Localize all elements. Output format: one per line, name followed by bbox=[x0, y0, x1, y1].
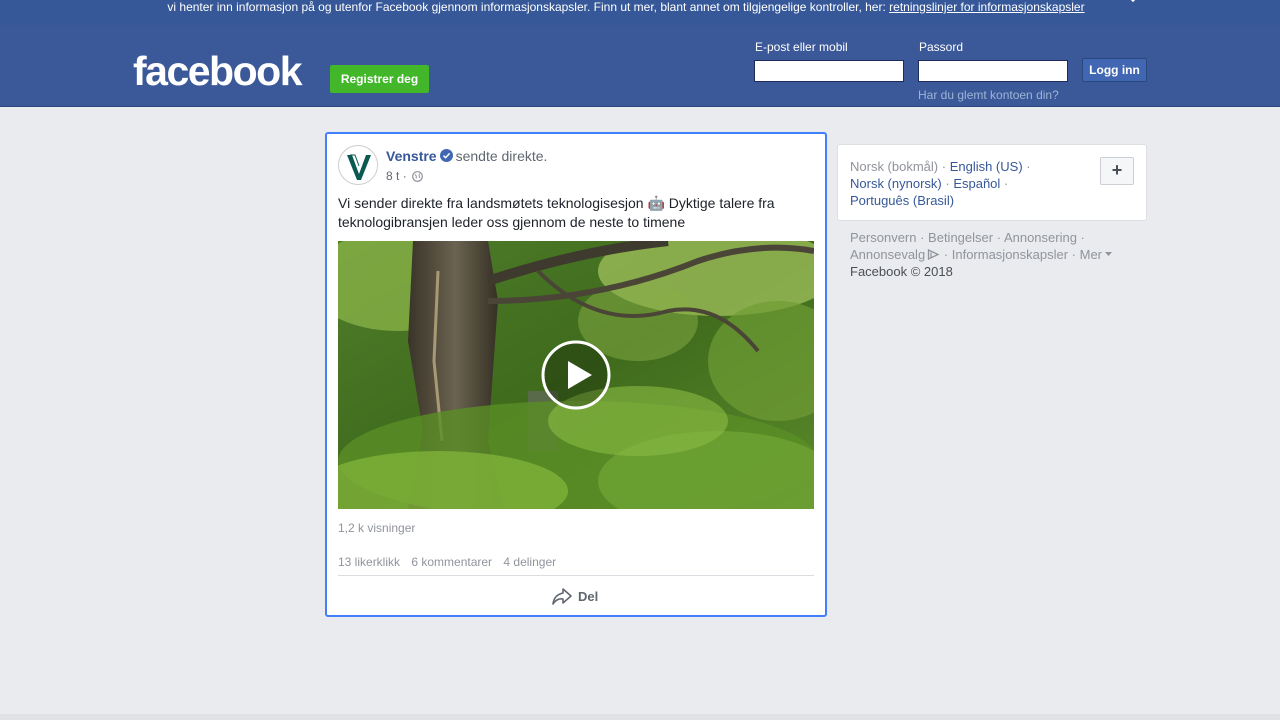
facebook-logo[interactable]: facebook bbox=[133, 47, 303, 95]
post-header: Venstre sendte direkte. bbox=[386, 147, 547, 165]
password-label: Passord bbox=[919, 40, 964, 54]
footer-copyright: Facebook © 2018 bbox=[850, 264, 953, 279]
more-languages-button[interactable]: + bbox=[1100, 157, 1134, 185]
bottom-bar bbox=[0, 714, 1280, 720]
divider bbox=[338, 575, 814, 576]
register-button[interactable]: Registrer deg bbox=[330, 65, 429, 93]
caret-down-icon[interactable] bbox=[1102, 247, 1113, 262]
post-stats: 13 likerklikk 6 kommentarer 4 delinger bbox=[338, 555, 564, 569]
ad-choices-icon bbox=[925, 247, 940, 262]
cookie-banner-text: vi henter inn informasjon på og utenfor … bbox=[0, 0, 1252, 15]
verified-icon bbox=[439, 148, 453, 162]
meta-separator: · bbox=[402, 169, 407, 183]
cookie-banner: vi henter inn informasjon på og utenfor … bbox=[0, 0, 1280, 25]
footer-link-terms[interactable]: Betingelser bbox=[928, 230, 993, 245]
avatar[interactable] bbox=[338, 145, 378, 185]
login-button[interactable]: Logg inn bbox=[1082, 58, 1147, 82]
language-spanish[interactable]: Español bbox=[953, 176, 1000, 191]
password-field[interactable] bbox=[918, 60, 1068, 82]
close-icon[interactable] bbox=[1124, 0, 1142, 8]
cookie-banner-message: vi henter inn informasjon på og utenfor … bbox=[167, 0, 886, 14]
footer-link-advertising[interactable]: Annonsering bbox=[1004, 230, 1077, 245]
top-header: facebook Registrer deg E-post eller mobi… bbox=[0, 25, 1280, 107]
post-time[interactable]: 8 t bbox=[386, 169, 399, 183]
globe-icon bbox=[412, 170, 423, 182]
post-meta: 8 t · bbox=[386, 168, 423, 184]
video-thumbnail[interactable] bbox=[338, 241, 814, 509]
email-field[interactable] bbox=[754, 60, 904, 82]
footer-link-privacy[interactable]: Personvern bbox=[850, 230, 916, 245]
language-english[interactable]: English (US) bbox=[950, 159, 1023, 174]
play-icon[interactable] bbox=[541, 340, 611, 410]
email-label: E-post eller mobil bbox=[755, 40, 848, 54]
footer-link-cookies[interactable]: Informasjonskapsler bbox=[952, 247, 1068, 262]
view-count: 1,2 k visninger bbox=[338, 521, 416, 535]
like-count[interactable]: 13 likerklikk bbox=[338, 555, 400, 569]
forgot-account-link[interactable]: Har du glemt kontoen din? bbox=[918, 88, 1059, 102]
footer-link-more[interactable]: Mer bbox=[1080, 247, 1102, 262]
language-nynorsk[interactable]: Norsk (nynorsk) bbox=[850, 176, 942, 191]
author-name[interactable]: Venstre bbox=[386, 148, 437, 164]
comment-count[interactable]: 6 kommentarer bbox=[411, 555, 492, 569]
footer-link-ad-choices[interactable]: Annonsevalg bbox=[850, 247, 925, 262]
post-action: sendte direkte. bbox=[455, 148, 548, 164]
share-count[interactable]: 4 delinger bbox=[503, 555, 556, 569]
language-current: Norsk (bokmål) bbox=[850, 159, 939, 174]
post-card: Venstre sendte direkte. 8 t · Vi sender d… bbox=[325, 132, 827, 617]
share-button[interactable]: Del bbox=[552, 586, 598, 606]
language-portuguese[interactable]: Português (Brasil) bbox=[850, 193, 954, 208]
share-label: Del bbox=[578, 588, 599, 604]
post-text: Vi sender direkte fra landsmøtets teknol… bbox=[338, 195, 775, 230]
cookie-policy-link[interactable]: retningslinjer for informasjonskapsler bbox=[889, 0, 1084, 14]
footer-links: Personvern · Betingelser · Annonsering ·… bbox=[850, 229, 1130, 280]
share-icon bbox=[552, 587, 572, 605]
language-selector: Norsk (bokmål) · English (US) · Norsk (n… bbox=[837, 144, 1147, 221]
language-list: Norsk (bokmål) · English (US) · Norsk (n… bbox=[850, 159, 1031, 208]
